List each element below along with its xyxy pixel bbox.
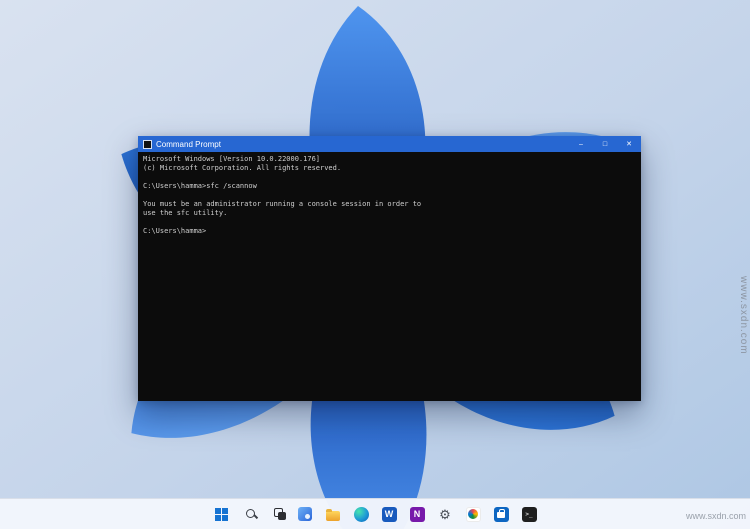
taskbar: W N ⚙ >_ [0,498,750,529]
onenote-icon: N [409,506,425,522]
onenote-button[interactable]: N [405,502,429,526]
window-controls: – □ ✕ [569,136,641,152]
gear-icon: ⚙ [439,506,451,522]
minimize-button[interactable]: – [569,136,593,152]
window-title: Command Prompt [156,139,221,149]
windows-logo-icon [214,507,228,521]
close-button[interactable]: ✕ [617,136,641,152]
task-view-button[interactable] [265,502,289,526]
desktop: Command Prompt – □ ✕ Microsoft Windows [… [0,0,750,529]
photos-icon [465,506,481,522]
terminal-text: Microsoft Windows [Version 10.0.22000.17… [143,155,422,235]
widgets-icon [298,507,312,521]
word-icon: W [381,506,397,522]
search-icon [245,508,255,518]
photos-button[interactable] [461,502,485,526]
search-button[interactable] [237,502,261,526]
edge-button[interactable] [349,502,373,526]
watermark-vertical: www.sxdn.com [738,276,749,355]
folder-icon [326,508,340,521]
store-button[interactable] [489,502,513,526]
store-icon [493,506,509,522]
edge-browser-icon [353,506,369,522]
terminal-button[interactable]: >_ [517,502,541,526]
task-view-icon [274,508,286,520]
settings-button[interactable]: ⚙ [433,502,457,526]
window-titlebar[interactable]: Command Prompt – □ ✕ [138,136,641,152]
file-explorer-button[interactable] [321,502,345,526]
word-button[interactable]: W [377,502,401,526]
start-button[interactable] [209,502,233,526]
command-prompt-icon [143,139,152,149]
command-prompt-window: Command Prompt – □ ✕ Microsoft Windows [… [138,136,641,401]
widgets-button[interactable] [293,502,317,526]
terminal-output-area[interactable]: Microsoft Windows [Version 10.0.22000.17… [138,152,641,401]
watermark-bottom-right: www.sxdn.com [685,511,746,521]
maximize-button[interactable]: □ [593,136,617,152]
terminal-icon: >_ [521,506,537,522]
